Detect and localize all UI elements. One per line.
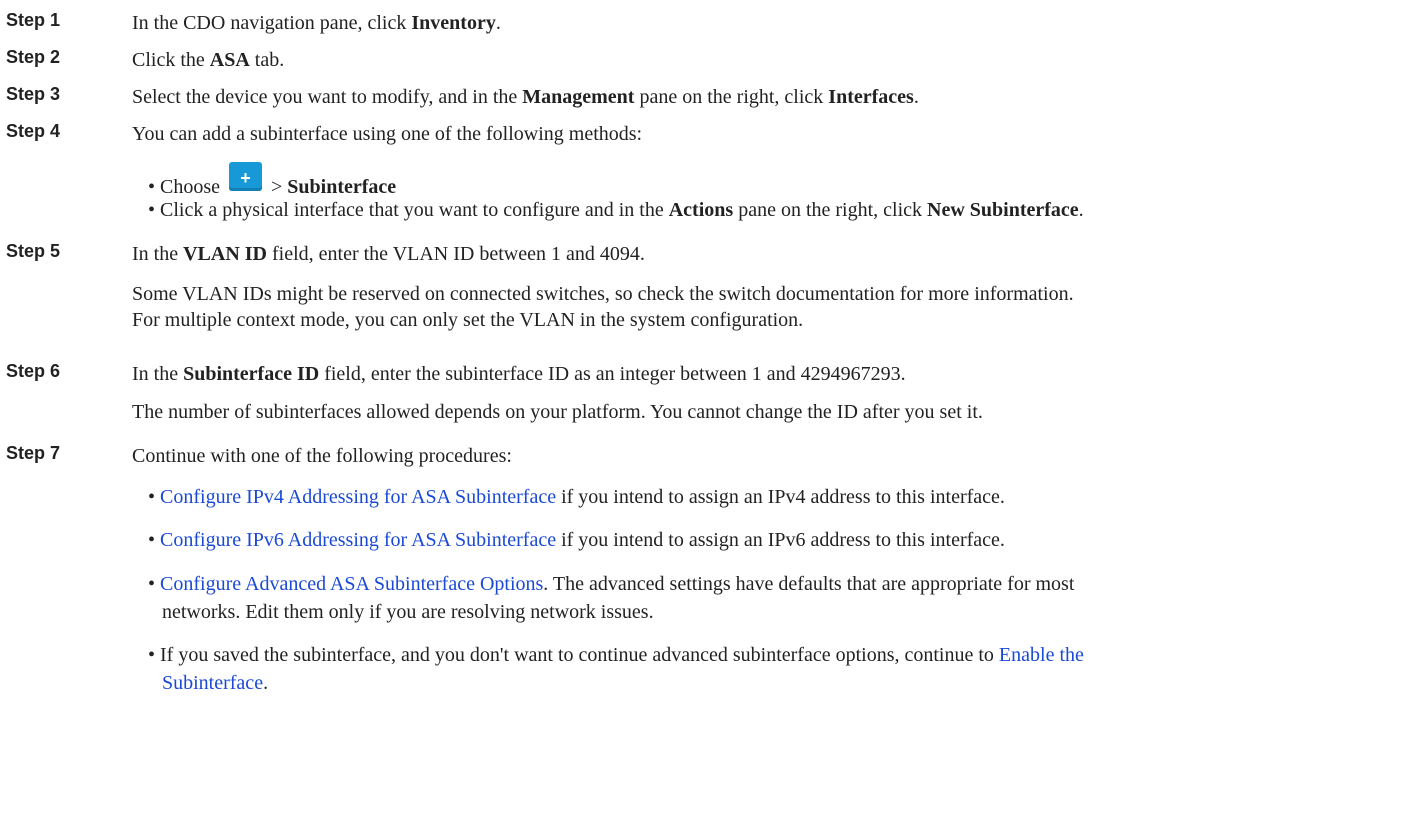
- advanced-options-link[interactable]: Configure Advanced ASA Subinterface Opti…: [160, 573, 543, 595]
- step-text: Select the device you want to modify, an…: [132, 86, 919, 108]
- list-item: • Click a physical interface that you wa…: [148, 199, 1084, 221]
- step-text: Continue with one of the following proce…: [132, 445, 512, 467]
- step-text: In the Subinterface ID field, enter the …: [132, 363, 906, 385]
- list-item: • Configure IPv6 Addressing for ASA Subi…: [148, 529, 1005, 551]
- list-item: • Configure IPv4 Addressing for ASA Subi…: [148, 486, 1005, 508]
- add-icon: +: [229, 162, 263, 191]
- enable-subinterface-link-cont[interactable]: Subinterface: [162, 672, 263, 694]
- step-label: Step 2: [6, 47, 61, 67]
- step-label: Step 3: [6, 84, 61, 104]
- step-text: In the CDO navigation pane, click Invent…: [132, 12, 501, 34]
- step-label: Step 4: [6, 121, 61, 141]
- step-label: Step 5: [6, 241, 61, 261]
- step-text: In the VLAN ID field, enter the VLAN ID …: [132, 243, 645, 265]
- ipv6-link[interactable]: Configure IPv6 Addressing for ASA Subint…: [160, 529, 556, 551]
- list-item: • Configure Advanced ASA Subinterface Op…: [148, 573, 1075, 623]
- list-item: • If you saved the subinterface, and you…: [148, 644, 1084, 694]
- step-text: You can add a subinterface using one of …: [132, 123, 643, 145]
- step-5-note: Some VLAN IDs might be reserved on conne…: [132, 283, 1074, 331]
- step-text: Click the ASA tab.: [132, 49, 285, 71]
- step-6-note: The number of subinterfaces allowed depe…: [132, 401, 983, 423]
- enable-subinterface-link[interactable]: Enable the: [999, 644, 1084, 666]
- step-label: Step 1: [6, 10, 61, 30]
- step-label: Step 7: [6, 443, 61, 463]
- ipv4-link[interactable]: Configure IPv4 Addressing for ASA Subint…: [160, 486, 556, 508]
- step-label: Step 6: [6, 361, 61, 381]
